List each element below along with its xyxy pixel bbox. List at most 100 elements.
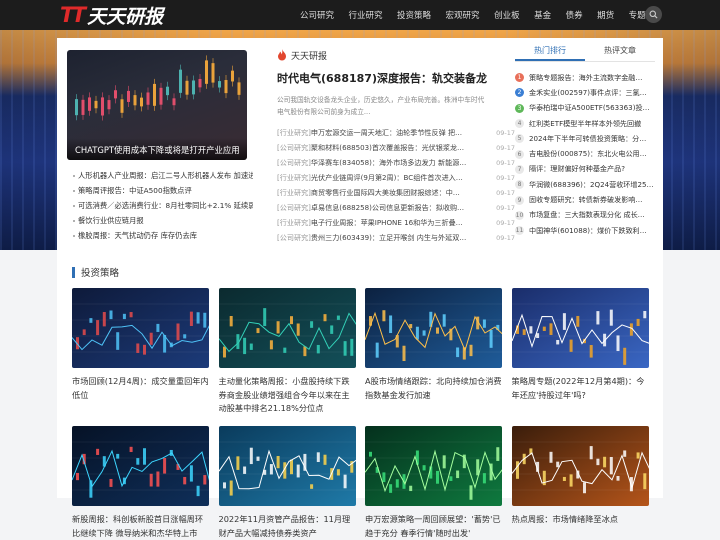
nav-item[interactable]: 期货 <box>597 9 614 21</box>
rank-item[interactable]: 5 2024年下半年可转债投资策略：分… <box>515 131 655 146</box>
rank-item[interactable]: 6 吉电股份(000875)：东北火电公用… <box>515 146 655 161</box>
report-title[interactable]: 光伏产业链周评(9月第2周)：BC组件首次进入… <box>311 173 474 183</box>
nav-item[interactable]: 基金 <box>534 9 551 21</box>
nav-item[interactable]: 投资策略 <box>397 9 431 21</box>
strategy-thumbnail[interactable] <box>365 288 502 368</box>
report-title[interactable]: 华泽赛车(834058)：海外市场多边发力 新能源… <box>311 158 474 168</box>
report-title[interactable]: 商贸零售行业国际四大美妆集团财报综述：中… <box>311 188 474 198</box>
report-row[interactable]: [公司研究] 卓易信息(688258)公司信息更新报告：拟收购… 09-17 <box>277 200 515 215</box>
strategy-title[interactable]: 主动量化策略周报：小盘股持续下跌 券商金股业绩增强组合今年以来在主动股基中排名2… <box>219 375 356 415</box>
strategy-title[interactable]: 策略周专题(2022年12月第4期)：今年还应'持股过年'吗? <box>512 375 649 415</box>
candle-body <box>395 479 399 488</box>
report-title[interactable]: 申万宏源交运一周天地汇：油轮季节性反弹 把… <box>311 128 474 138</box>
nav-item[interactable]: 公司研究 <box>300 9 334 21</box>
nav-item[interactable]: 债券 <box>566 9 583 21</box>
search-button[interactable] <box>645 6 662 23</box>
strategy-thumbnail[interactable] <box>218 288 356 368</box>
nav-item[interactable]: 行业研究 <box>349 9 383 21</box>
report-row[interactable]: [公司研究] 华泽赛车(834058)：海外市场多边发力 新能源… 09-17 <box>277 155 515 170</box>
strategy-card[interactable]: 申万宏源策略一周回顾展望：'蓄势'已趋于充分 春季行情'随时出发' <box>365 426 502 540</box>
strategy-thumbnail[interactable] <box>72 426 209 506</box>
strategy-title[interactable]: 申万宏源策略一周回顾展望：'蓄势'已趋于充分 春季行情'随时出发' <box>365 513 502 540</box>
report-row[interactable]: [行业研究] 申万宏源交运一周天地汇：油轮季节性反弹 把… 09-17 <box>277 125 515 140</box>
strategy-title[interactable]: 新股周报：科创板新股首日涨幅周环比继续下降 微导纳米和杰华特上市 <box>72 513 209 540</box>
rank-item[interactable]: 1 策略专题报告：海外主流数字金融… <box>515 70 655 85</box>
site-logo[interactable]: TT 天天研报 <box>60 3 163 28</box>
report-title[interactable]: 电子行业周报：苹果IPHONE 16和华为三折叠… <box>311 218 474 228</box>
strategy-thumbnail[interactable] <box>365 426 502 506</box>
rank-title[interactable]: 隔评：理财偏好何种基金产品? <box>529 164 653 174</box>
nav-item[interactable]: 专题 <box>629 9 646 21</box>
strategy-title[interactable]: A股市场情绪跟踪：北向持续加仓消费指数基金发行加速 <box>365 375 502 415</box>
report-category[interactable]: [行业研究] <box>277 173 311 183</box>
report-category[interactable]: [公司研究] <box>277 233 311 243</box>
strategy-title[interactable]: 市场回顾(12月4周)：成交量重回年内低位 <box>72 375 209 415</box>
strategy-card[interactable]: 2022年11月资管产品报告：11月理财产品大幅减持债券类资产 <box>218 426 356 540</box>
candle-body <box>183 334 187 339</box>
nav-item[interactable]: 宏观研究 <box>446 9 480 21</box>
strategy-card[interactable]: 热点周报：市场情绪降至冰点 <box>511 426 649 540</box>
rank-item[interactable]: 10 市场复盘：三大指数表现分化 成长… <box>515 208 655 223</box>
rank-title[interactable]: 中国神华(601088)：煤价下跌致利… <box>529 226 653 236</box>
latest-reports: 天天研报 时代电气(688187)深度报告：轨交装备龙头 … 公司我国轨交设备龙… <box>277 46 517 245</box>
strategy-title[interactable]: 热点周报：市场情绪降至冰点 <box>512 513 649 540</box>
rank-title[interactable]: 华润微(688396)：2Q24营收环增25… <box>529 180 653 190</box>
report-title[interactable]: 聚和材料(688503)首次覆盖报告：光伏银浆龙… <box>311 143 474 153</box>
rank-title[interactable]: 吉电股份(000875)：东北火电公用… <box>529 149 653 159</box>
nav-item[interactable]: 创业板 <box>494 9 520 21</box>
tab-hot[interactable]: 热门排行 <box>515 42 585 61</box>
rank-title[interactable]: 金禾实业(002597)事件点评：三氯… <box>529 88 653 98</box>
list-item[interactable]: 餐饮行业供应链月报 <box>73 213 253 228</box>
list-item[interactable]: 橡胶周报：天气扰动仍存 库存仍去库 <box>73 228 253 243</box>
rank-item[interactable]: 8 华润微(688396)：2Q24营收环增25… <box>515 177 655 192</box>
rank-item[interactable]: 4 红利类ETF模型半年样本外领先回撤 <box>515 116 655 131</box>
candle-body <box>192 80 195 95</box>
list-item[interactable]: 策略周评报告：中证A500指数点评 <box>73 183 253 198</box>
top-report-title[interactable]: 时代电气(688187)深度报告：轨交装备龙头 … <box>277 70 487 86</box>
strategy-card[interactable]: 市场回顾(12月4周)：成交量重回年内低位 <box>72 288 209 415</box>
rank-item[interactable]: 2 金禾实业(002597)事件点评：三氯… <box>515 85 655 100</box>
featured-image[interactable]: CHATGPT使用成本下降或将是打开产业应用 <box>67 50 247 160</box>
report-category[interactable]: [公司研究] <box>277 158 311 168</box>
list-item[interactable]: 人形机器人产业周报：启江二号人形机器人发布 加速进化 <box>73 168 253 183</box>
report-category[interactable]: [行业研究] <box>277 218 311 228</box>
strategy-thumbnail[interactable] <box>72 288 209 368</box>
rank-title[interactable]: 2024年下半年可转债投资策略：分… <box>529 134 653 144</box>
candle-body <box>146 92 150 105</box>
report-category[interactable]: [行业研究] <box>277 188 311 198</box>
report-title[interactable]: 卓易信息(688258)公司信息更新报告：拟收购… <box>311 203 474 213</box>
rank-item[interactable]: 11 中国神华(601088)：煤价下跌致利… <box>515 223 655 238</box>
strategy-card[interactable]: 主动量化策略周报：小盘股持续下跌 券商金股业绩增强组合今年以来在主动股基中排名2… <box>218 288 356 415</box>
rank-item[interactable]: 3 华泰柏瑞中证A500ETF(563363)投… <box>515 101 655 116</box>
report-title[interactable]: 贵州三力(603439)：立足开喉剑 内生与外延双… <box>311 233 474 243</box>
report-category[interactable]: [行业研究] <box>277 128 311 138</box>
report-category[interactable]: [公司研究] <box>277 203 311 213</box>
report-row[interactable]: [行业研究] 光伏产业链周评(9月第2周)：BC组件首次进入… 09-17 <box>277 170 515 185</box>
strategy-card[interactable]: 新股周报：科创板新股首日涨幅周环比继续下降 微导纳米和杰华特上市 <box>72 426 209 540</box>
ranking-tabs: 热门排行 热评文章 <box>515 42 655 62</box>
list-item[interactable]: 可选消费／必选消费行业：8月社零同比+2.1% 延续弱复苏 <box>73 198 253 213</box>
rank-title[interactable]: 策略专题报告：海外主流数字金融… <box>529 73 653 83</box>
rank-title[interactable]: 华泰柏瑞中证A500ETF(563363)投… <box>529 103 653 113</box>
candle-body <box>636 452 640 459</box>
report-row[interactable]: [公司研究] 聚和材料(688503)首次覆盖报告：光伏银浆龙… 09-17 <box>277 140 515 155</box>
rank-item[interactable]: 7 隔评：理财偏好何种基金产品? <box>515 162 655 177</box>
strategy-title[interactable]: 2022年11月资管产品报告：11月理财产品大幅减持债券类资产 <box>219 513 356 540</box>
rank-title[interactable]: 市场复盘：三大指数表现分化 成长… <box>529 210 653 220</box>
report-row[interactable]: [行业研究] 电子行业周报：苹果IPHONE 16和华为三折叠… 09-17 <box>277 215 515 230</box>
strategy-card[interactable]: 策略周专题(2022年12月第4期)：今年还应'持股过年'吗? <box>511 288 649 415</box>
strategy-thumbnail[interactable] <box>511 426 649 506</box>
candle-body <box>316 344 320 354</box>
strategy-card[interactable]: A股市场情绪跟踪：北向持续加仓消费指数基金发行加速 <box>365 288 502 415</box>
rank-item[interactable]: 9 固收专题研究：转债新券破发影响… <box>515 192 655 207</box>
rank-number: 4 <box>515 119 524 129</box>
strategy-thumbnail[interactable] <box>511 288 649 368</box>
featured-caption[interactable]: CHATGPT使用成本下降或将是打开产业应用 <box>67 138 247 160</box>
report-category[interactable]: [公司研究] <box>277 143 311 153</box>
rank-title[interactable]: 红利类ETF模型半年样本外领先回撤 <box>529 119 653 129</box>
report-row[interactable]: [行业研究] 商贸零售行业国际四大美妆集团财报综述：中… 09-17 <box>277 185 515 200</box>
rank-title[interactable]: 固收专题研究：转债新券破发影响… <box>529 195 653 205</box>
strategy-thumbnail[interactable] <box>218 426 356 506</box>
tab-comment[interactable]: 热评文章 <box>585 42 655 61</box>
report-row[interactable]: [公司研究] 贵州三力(603439)：立足开喉剑 内生与外延双… 09-17 <box>277 230 515 245</box>
